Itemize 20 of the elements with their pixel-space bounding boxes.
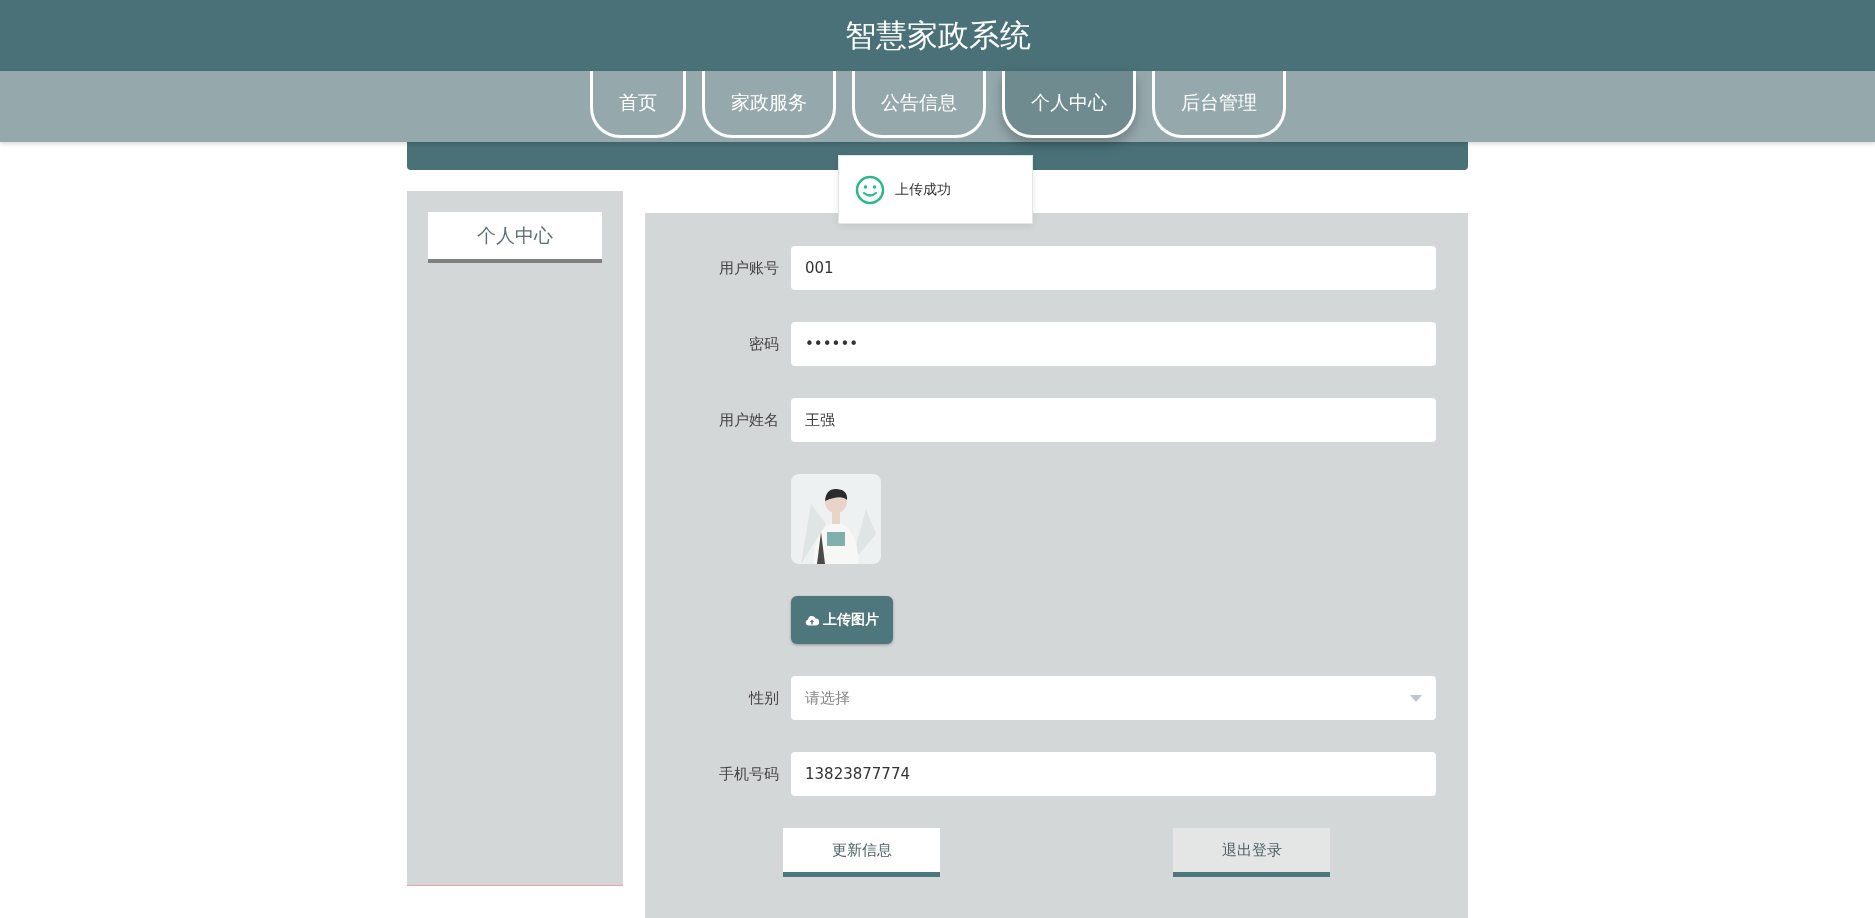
input-field[interactable]: 001	[791, 246, 1436, 290]
field-label: 用户账号	[718, 258, 780, 278]
field-label: 密码	[748, 334, 780, 354]
update-button[interactable]: 更新信息	[783, 828, 940, 877]
cloud-upload-icon	[805, 614, 819, 626]
field-label: 性别	[747, 688, 780, 708]
input-field[interactable]: 13823877774	[791, 752, 1436, 796]
toast-text: 上传成功	[895, 180, 951, 199]
logout-button[interactable]: 退出登录	[1173, 828, 1330, 877]
select-field[interactable]: 请选择	[791, 676, 1436, 720]
nav-tab[interactable]: 个人中心	[1001, 71, 1136, 138]
site-title: 智慧家政系统	[844, 15, 1031, 55]
caret-icon	[1410, 694, 1422, 702]
input-field[interactable]: ••••••	[791, 322, 1436, 366]
sidebar-item[interactable]: 个人中心	[428, 212, 602, 263]
field-label: 用户姓名	[718, 410, 780, 430]
upload-button[interactable]: 上传图片	[791, 596, 893, 644]
smiley-icon	[855, 174, 885, 205]
input-field[interactable]: 王强	[791, 398, 1436, 442]
field-label: 手机号码	[718, 764, 780, 784]
